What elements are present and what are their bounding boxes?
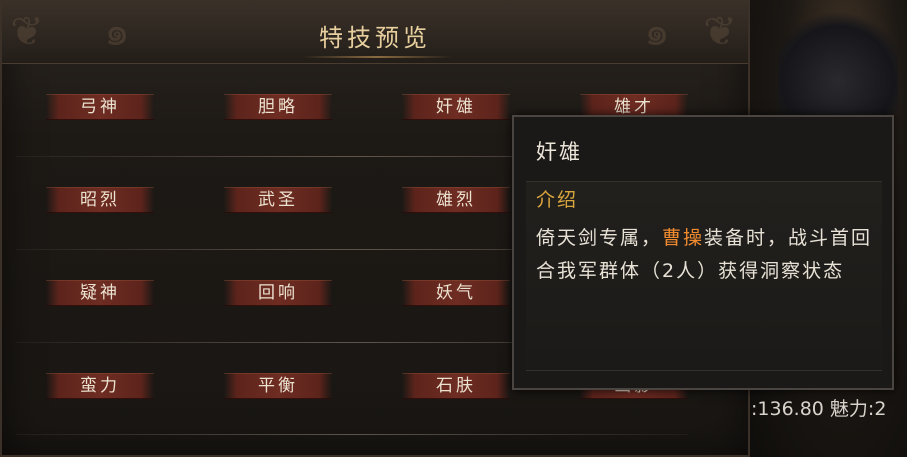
skill-button[interactable]: 胆略 bbox=[224, 94, 332, 120]
stat-readout: :136.80 魅力:2 bbox=[751, 398, 887, 420]
intro-label: 介绍 bbox=[536, 189, 579, 211]
skill-button[interactable]: 妖气 bbox=[402, 280, 510, 306]
skill-button[interactable]: 回响 bbox=[224, 280, 332, 306]
panel-title: 特技预览 bbox=[319, 24, 431, 52]
description-text: 倚天剑专属， bbox=[536, 227, 663, 249]
skill-description: 倚天剑专属，曹操装备时，战斗首回合我军群体（2人）获得洞察状态 bbox=[536, 222, 876, 288]
skill-button[interactable]: 弓神 bbox=[46, 94, 154, 120]
skill-button[interactable]: 平衡 bbox=[224, 373, 332, 399]
skill-button[interactable]: 奸雄 bbox=[402, 94, 510, 120]
skill-button[interactable]: 昭烈 bbox=[46, 187, 154, 213]
skill-button[interactable]: 雄烈 bbox=[402, 187, 510, 213]
skill-button[interactable]: 蛮力 bbox=[46, 373, 154, 399]
tooltip-title: 奸雄 bbox=[536, 140, 582, 164]
title-divider bbox=[302, 56, 452, 58]
skill-button[interactable]: 武圣 bbox=[224, 187, 332, 213]
panel-header: ❦ ๑ ๑ ❦ 特技预览 bbox=[2, 0, 748, 64]
skill-button[interactable]: 疑神 bbox=[46, 280, 154, 306]
tooltip-body: 介绍 倚天剑专属，曹操装备时，战斗首回合我军群体（2人）获得洞察状态 bbox=[526, 181, 882, 371]
row-divider bbox=[16, 434, 688, 435]
hero-name-highlight: 曹操 bbox=[662, 227, 705, 249]
skill-tooltip: 奸雄 介绍 倚天剑专属，曹操装备时，战斗首回合我军群体（2人）获得洞察状态 bbox=[512, 115, 894, 390]
skill-button[interactable]: 石肤 bbox=[402, 373, 510, 399]
character-portrait bbox=[778, 10, 898, 130]
